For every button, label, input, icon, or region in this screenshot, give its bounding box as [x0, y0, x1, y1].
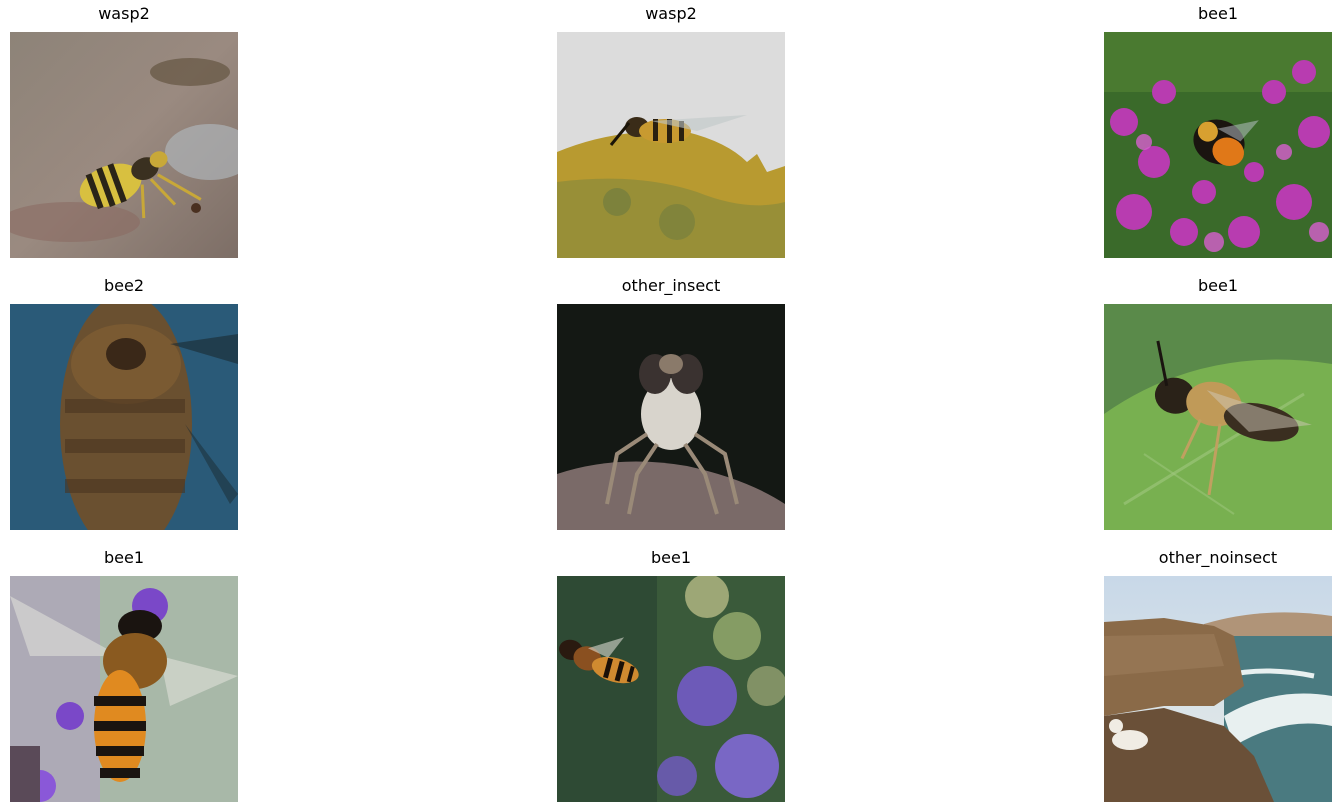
coast-image — [1104, 576, 1332, 802]
insect-image — [557, 304, 785, 530]
bee-image — [1104, 32, 1332, 258]
panel-title: other_insect — [621, 276, 721, 295]
panel-title: other_noinsect — [1158, 548, 1278, 567]
panel-title: bee2 — [103, 276, 145, 295]
bee-image — [557, 576, 785, 802]
wasp-image — [10, 32, 238, 258]
panel-title: bee1 — [650, 548, 692, 567]
panel-title: bee1 — [1197, 4, 1239, 23]
bee-image — [10, 576, 238, 802]
panel-title: bee1 — [1197, 276, 1239, 295]
wasp-image — [557, 32, 785, 258]
bee-image — [1104, 304, 1332, 530]
panel-title: bee1 — [103, 548, 145, 567]
panel-title: wasp2 — [645, 4, 697, 23]
bee-image — [10, 304, 238, 530]
panel-title: wasp2 — [98, 4, 150, 23]
